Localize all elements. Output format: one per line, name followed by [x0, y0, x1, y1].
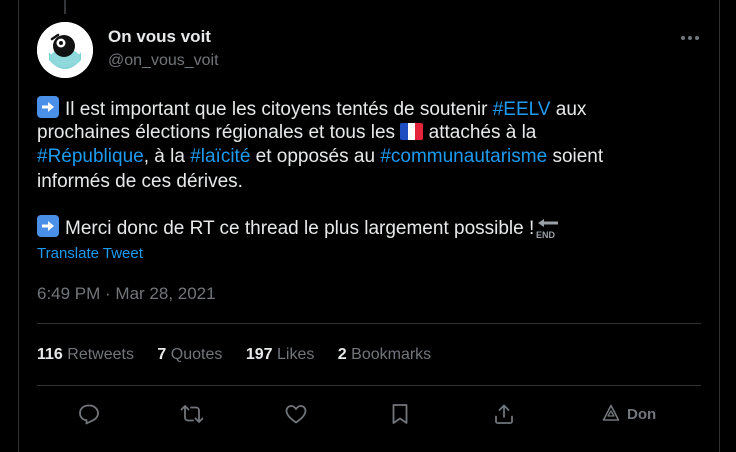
reply-button[interactable]	[77, 402, 103, 428]
avatar-logo-icon	[37, 22, 93, 78]
share-icon	[495, 404, 513, 424]
quotes-label: Quotes	[170, 346, 223, 363]
tweet-body: Il est important que les citoyens tentés…	[37, 96, 697, 240]
hashtag-eelv[interactable]: #EELV	[493, 99, 551, 120]
quotes-stat[interactable]: 7 Quotes	[157, 346, 222, 364]
likes-label: Likes	[276, 346, 315, 363]
more-dots-icon	[681, 36, 699, 40]
bookmarks-stat[interactable]: 2 Bookmarks	[338, 346, 431, 364]
tweet-text-segment: soient	[547, 146, 604, 167]
french-flag-emoji-icon	[400, 122, 424, 140]
avatar[interactable]	[37, 22, 93, 78]
retweets-label: Retweets	[67, 346, 134, 363]
quotes-count: 7	[157, 346, 167, 363]
retweets-count: 116	[37, 346, 63, 363]
right-arrow-emoji-icon	[37, 96, 59, 118]
author-name[interactable]: On vous voit	[108, 27, 211, 47]
donate-label: Don	[627, 406, 657, 423]
tweet-line-4: informés de ces dérives.	[37, 170, 697, 195]
retweets-stat[interactable]: 116 Retweets	[37, 346, 134, 364]
author-handle[interactable]: @on_vous_voit	[108, 52, 219, 70]
share-button[interactable]	[492, 402, 518, 428]
bookmarks-label: Bookmarks	[351, 346, 432, 363]
tweet-line-2: prochaines élections régionales et tous …	[37, 121, 697, 146]
tweet-line-5: Merci donc de RT ce thread le plus large…	[37, 215, 697, 240]
retweet-button[interactable]	[180, 402, 206, 428]
tweet-text-segment: aux	[550, 99, 587, 120]
reply-icon	[79, 404, 99, 425]
more-options-button[interactable]	[678, 30, 702, 46]
tweet-text-segment: , à la	[143, 146, 191, 167]
retweet-icon	[180, 405, 204, 423]
end-icon-text: END	[536, 230, 556, 240]
divider-top	[37, 323, 701, 324]
tweet-text-segment: informés de ces dérives.	[37, 170, 243, 192]
donate-button[interactable]: Don	[602, 404, 656, 423]
tweet-line-3: #République, à la #laïcité et opposés au…	[37, 145, 697, 170]
likes-stat[interactable]: 197 Likes	[246, 346, 315, 364]
end-arrow-emoji-icon: END	[534, 218, 562, 240]
likes-count: 197	[245, 346, 273, 363]
thread-connector-line	[64, 0, 66, 14]
tweet-timestamp[interactable]: 6:49 PM · Mar 28, 2021	[37, 284, 216, 304]
donate-icon	[602, 404, 620, 421]
tweet-line-1: Il est important que les citoyens tentés…	[37, 96, 697, 121]
like-icon	[285, 405, 307, 424]
right-arrow-emoji-icon	[37, 215, 59, 237]
hashtag-communautarisme[interactable]: #communautarisme	[380, 146, 547, 167]
translate-tweet-link[interactable]: Translate Tweet	[37, 245, 143, 262]
hashtag-laicite[interactable]: #laïcité	[190, 146, 250, 167]
bookmark-button[interactable]	[388, 402, 414, 428]
like-button[interactable]	[284, 402, 310, 428]
divider-bottom	[37, 385, 701, 386]
bookmarks-count: 2	[337, 346, 347, 363]
tweet-text-segment: Merci donc de RT ce thread le plus large…	[65, 218, 535, 239]
tweet-text-segment: et opposés au	[250, 146, 381, 167]
bookmark-icon	[392, 404, 408, 424]
tweet-stats: 116 Retweets 7 Quotes 197 Likes 2 Bookma…	[37, 346, 450, 364]
hashtag-republique[interactable]: #République	[37, 146, 144, 167]
tweet-text-segment: Il est important que les citoyens tentés…	[65, 99, 493, 120]
tweet-text-segment: prochaines élections régionales et tous …	[37, 121, 401, 143]
tweet-text-segment: attachés à la	[423, 121, 537, 143]
